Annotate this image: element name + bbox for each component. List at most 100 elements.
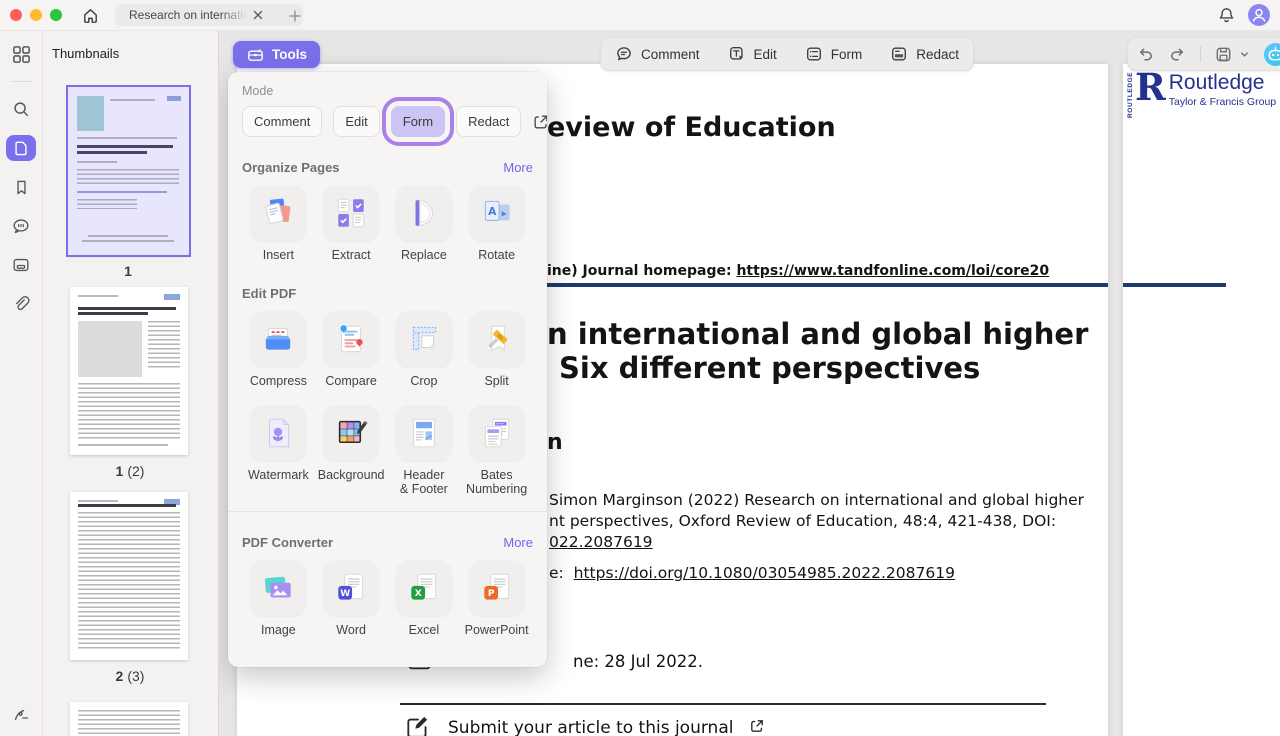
save-button[interactable]	[1214, 45, 1233, 64]
toolbar-mode-edit[interactable]: Edit	[714, 38, 791, 70]
tool-insert[interactable]: Insert	[242, 185, 315, 263]
zoom-window-button[interactable]	[50, 9, 62, 21]
page-thumbnail-3[interactable]	[70, 492, 188, 660]
tab-close-icon[interactable]	[253, 10, 263, 20]
avatar[interactable]	[1248, 4, 1270, 26]
sidebar-rail-search[interactable]	[0, 92, 42, 126]
undo-button[interactable]	[1136, 45, 1155, 64]
tool-background[interactable]: Background	[315, 405, 388, 498]
tool-excel[interactable]: X Excel	[388, 560, 461, 638]
sidebar-rail-thumbnails[interactable]	[0, 131, 42, 165]
tool-watermark[interactable]: Watermark	[242, 405, 315, 498]
doi-link[interactable]: https://doi.org/10.1080/03054985.2022.20…	[574, 564, 955, 582]
rotate-icon: A	[479, 195, 515, 231]
redo-button[interactable]	[1168, 45, 1187, 64]
sidebar-rail-signature[interactable]	[11, 703, 31, 728]
bates-icon	[479, 415, 515, 451]
watermark-icon	[260, 415, 296, 451]
panel-mode-form[interactable]: Form	[391, 106, 445, 137]
tool-label: PowerPoint	[465, 623, 529, 638]
ai-assistant-button[interactable]	[1263, 42, 1280, 67]
document-tab[interactable]: Research on international	[115, 4, 303, 26]
more-link-pdf-converter[interactable]: More	[503, 535, 533, 550]
tool-powerpoint[interactable]: P PowerPoint	[460, 560, 533, 638]
actions-toolbar	[1127, 37, 1280, 71]
comment-icon	[615, 45, 633, 63]
sidebar-rail-bookmarks[interactable]	[0, 170, 42, 204]
section-title-organize-pages: Organize Pages	[242, 160, 340, 175]
pdf-page-2-edge	[1123, 64, 1280, 736]
more-link-organize-pages[interactable]: More	[503, 160, 533, 175]
tool-label: Background	[318, 468, 385, 483]
tool-word[interactable]: WWord	[315, 560, 388, 638]
sidebar-rail-apps-grid[interactable]	[0, 37, 42, 71]
tool-label: Split	[484, 374, 508, 389]
tab-title-fade	[221, 8, 247, 22]
tab-title: Research on international	[129, 8, 247, 22]
tool-label: Header & Footer	[400, 468, 448, 498]
journal-rule-right	[1123, 283, 1226, 287]
tool-compress[interactable]: Compress	[242, 311, 315, 389]
homepage-link[interactable]: https://www.tandfonline.com/loi/core20	[736, 263, 1049, 279]
page-thumbnail-4[interactable]	[70, 702, 188, 736]
minimize-window-button[interactable]	[30, 9, 42, 21]
tool-header-footer[interactable]: Header & Footer	[388, 405, 461, 498]
tool-extract[interactable]: Extract	[315, 185, 388, 263]
routledge-vertical-text: ROUTLEDGE	[1127, 72, 1134, 118]
tool-compare[interactable]: Compare	[315, 311, 388, 389]
tool-grid: Compress Compare Crop Split Watermark Backgro…	[242, 311, 533, 497]
routledge-r-glyph: R	[1135, 72, 1166, 103]
tool-bates-numbering[interactable]: Bates Numbering	[460, 405, 533, 498]
headerfooter-icon	[406, 415, 442, 451]
close-window-button[interactable]	[10, 9, 22, 21]
sidebar-title: Thumbnails	[52, 46, 119, 61]
routledge-name: Routledge	[1169, 72, 1276, 93]
thumbnails-sidebar: Thumbnails 11(2)2(3)	[42, 30, 219, 736]
panel-mode-comment[interactable]: Comment	[242, 106, 322, 137]
excel-icon: X	[406, 570, 442, 606]
tools-button[interactable]: Tools	[233, 41, 320, 68]
thumbnail-page-label: 1(2)	[42, 463, 218, 479]
section-header: PDF Converter More	[242, 535, 533, 550]
attachments-icon	[11, 294, 31, 314]
page-thumbnail-2[interactable]	[70, 287, 188, 455]
tool-rotate[interactable]: ARotate	[460, 185, 533, 263]
redact-icon	[890, 45, 908, 63]
sidebar-rail-attachments[interactable]	[0, 287, 42, 321]
tool-replace[interactable]: Replace	[388, 185, 461, 263]
toolbox-icon	[246, 45, 265, 64]
compare-icon	[333, 321, 369, 357]
window-controls	[10, 9, 62, 21]
thumbnail-page-label: 1	[42, 263, 218, 279]
powerpoint-icon: P	[479, 570, 515, 606]
tool-image[interactable]: Image	[242, 560, 315, 638]
toolbar-mode-form[interactable]: Form	[791, 38, 877, 70]
doi-inline-link[interactable]: 022.2087619	[549, 533, 653, 551]
page-thumbnail-1[interactable]	[68, 87, 189, 255]
tool-label: Watermark	[248, 468, 309, 483]
section-title-pdf-converter: PDF Converter	[242, 535, 333, 550]
tool-split[interactable]: Split	[460, 311, 533, 389]
tool-label: Compare	[325, 374, 376, 389]
tool-grid: ImageWWord X Excel P PowerPoint	[242, 560, 533, 638]
toolbar-mode-comment[interactable]: Comment	[601, 38, 714, 70]
save-chevron-down-icon[interactable]	[1239, 49, 1250, 60]
sidebar-rail-export[interactable]	[0, 248, 42, 282]
submit-row[interactable]: Submit your article to this journal	[404, 712, 765, 736]
sidebar-rail-comments[interactable]	[0, 209, 42, 243]
bell-icon[interactable]	[1217, 6, 1236, 25]
panel-mode-edit[interactable]: Edit	[333, 106, 379, 137]
new-tab-button[interactable]	[289, 9, 301, 27]
submit-pencil-icon	[404, 712, 432, 736]
tool-crop[interactable]: Crop	[388, 311, 461, 389]
toolbar-mode-label: Comment	[641, 47, 700, 62]
journal-homepage-line: ine) Journal homepage: https://www.tandf…	[547, 263, 1049, 279]
open-in-new-window-icon[interactable]	[532, 113, 547, 131]
toolbar-mode-redact[interactable]: Redact	[876, 38, 973, 70]
tool-label: Excel	[409, 623, 440, 638]
routledge-tagline: Taylor & Francis Group	[1169, 96, 1276, 108]
home-button[interactable]	[80, 5, 100, 25]
svg-text:P: P	[487, 589, 494, 599]
panel-mode-redact[interactable]: Redact	[456, 106, 521, 137]
routledge-logo: ROUTLEDGE R Routledge Taylor & Francis G…	[1127, 72, 1276, 118]
